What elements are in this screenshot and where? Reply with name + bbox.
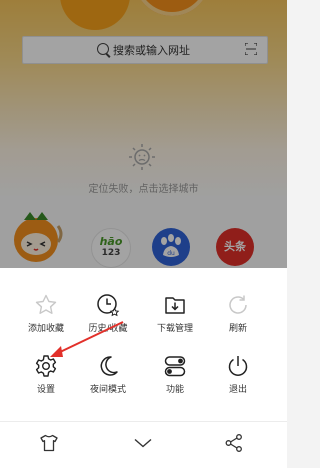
- download-folder-icon: [165, 297, 185, 314]
- features-label: 功能: [165, 385, 184, 395]
- refresh-label: 刷新: [228, 324, 247, 334]
- share-icon[interactable]: [224, 433, 244, 453]
- shirt-icon[interactable]: [39, 433, 59, 453]
- gear-icon: [35, 355, 57, 377]
- power-icon: [228, 356, 248, 376]
- star-icon: [35, 294, 57, 314]
- history-icon: [97, 294, 120, 317]
- browser-menu-sheet: 添加收藏 历史/收藏 下载管理 刷新 设置 夜间模式 功能 退出: [0, 268, 287, 421]
- night-mode-label: 夜间模式: [89, 385, 126, 395]
- download-manager-label: 下载管理: [156, 324, 193, 334]
- chevron-down-icon[interactable]: [133, 433, 153, 453]
- history-bookmarks-label: 历史/收藏: [88, 324, 128, 334]
- bottom-toolbar: [0, 421, 287, 468]
- moon-icon: [100, 356, 118, 376]
- refresh-icon: [229, 295, 247, 314]
- exit-label: 退出: [228, 385, 247, 395]
- toggles-icon: [164, 356, 186, 377]
